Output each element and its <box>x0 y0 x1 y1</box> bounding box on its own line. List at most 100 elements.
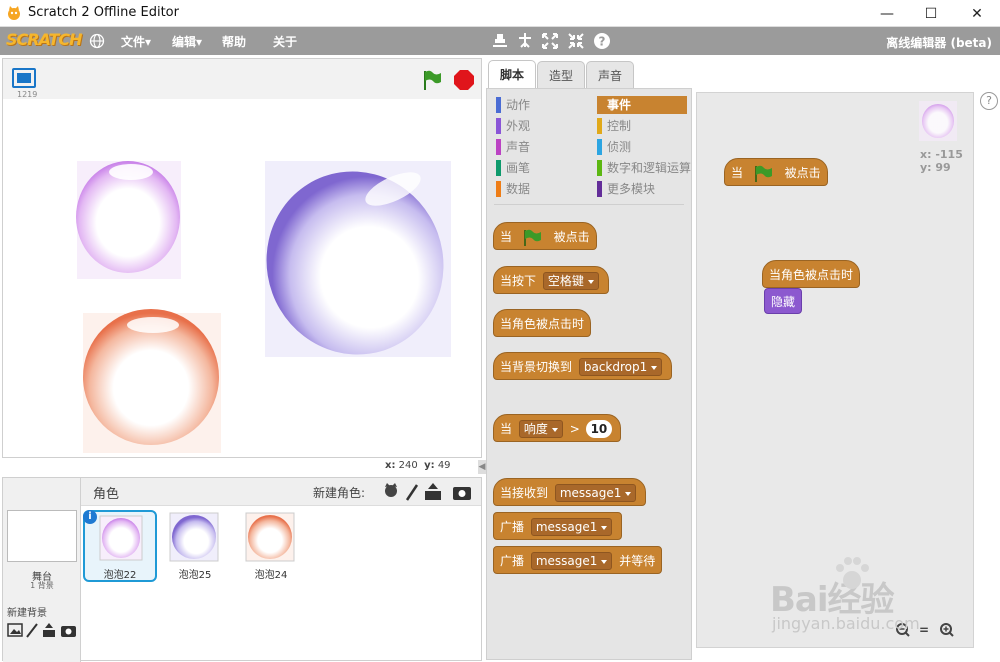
bubble-sprite-purple[interactable] <box>76 161 181 279</box>
sensor-dropdown[interactable]: 响度 <box>518 420 563 438</box>
camera-backdrop-icon[interactable] <box>61 626 76 637</box>
events-color-bar <box>597 97 602 113</box>
category-more-blocks[interactable]: 更多模块 <box>597 180 655 198</box>
sprite-thumb <box>169 512 219 562</box>
sprite-tile[interactable]: 泡泡24 <box>239 510 313 582</box>
threshold-input[interactable]: 10 <box>585 420 613 438</box>
block-text: 广播 <box>500 520 525 534</box>
message-dropdown[interactable]: message1 <box>530 552 613 570</box>
current-sprite-thumb <box>919 101 957 141</box>
delete-scissors-icon[interactable] <box>515 31 535 51</box>
paint-sprite-icon[interactable] <box>405 484 419 501</box>
new-sprite-tools <box>385 483 471 501</box>
upload-backdrop-icon[interactable] <box>43 623 55 637</box>
category-sound[interactable]: 声音 <box>496 138 530 156</box>
help-icon[interactable]: ? <box>980 92 998 110</box>
category-control[interactable]: 控制 <box>597 117 631 135</box>
block-when-i-receive[interactable]: 当接收到 message1 <box>493 478 647 506</box>
language-globe-icon[interactable] <box>89 33 105 49</box>
category-pen[interactable]: 画笔 <box>496 159 530 177</box>
baidu-paw-icon <box>836 557 869 589</box>
block-text: 被点击 <box>784 166 821 180</box>
help-menu[interactable]: 帮助 <box>222 33 246 50</box>
zoom-in-icon[interactable] <box>940 623 954 637</box>
block-when-sprite-clicked[interactable]: 当角色被点击时 <box>493 309 592 337</box>
key-dropdown[interactable]: 空格键 <box>542 272 599 290</box>
category-label: 声音 <box>506 140 531 154</box>
fullscreen-icon[interactable] <box>12 68 36 88</box>
category-data[interactable]: 数据 <box>496 180 530 198</box>
camera-sprite-icon[interactable] <box>453 487 471 500</box>
category-looks[interactable]: 外观 <box>496 117 530 135</box>
block-broadcast-and-wait[interactable]: 广播 message1 并等待 <box>493 546 663 574</box>
green-flag-icon[interactable] <box>421 69 443 91</box>
category-events[interactable]: 事件 <box>597 96 687 114</box>
zoom-reset-icon[interactable]: = <box>919 623 929 637</box>
block-broadcast[interactable]: 广播 message1 <box>493 512 623 540</box>
scratch-cat-icon <box>8 6 20 20</box>
collapse-arrow-icon[interactable]: ◀ <box>478 460 486 474</box>
y-value: 49 <box>437 460 451 471</box>
sprite-tile[interactable]: 泡泡25 <box>163 510 237 582</box>
stage-thumbnail[interactable] <box>7 510 77 562</box>
tab-scripts[interactable]: 脚本 <box>488 60 536 89</box>
category-sensing[interactable]: 侦测 <box>597 138 631 156</box>
tab-sounds[interactable]: 声音 <box>586 61 634 89</box>
tab-costumes[interactable]: 造型 <box>537 61 585 89</box>
edit-menu[interactable]: 编辑▾ <box>172 33 202 50</box>
version-label: 1219 <box>17 90 38 99</box>
sprite-x: x: -115 <box>920 148 963 161</box>
category-label: 侦测 <box>607 140 632 154</box>
bubble-sprite-orange[interactable] <box>83 309 221 453</box>
script-when-sprite-clicked[interactable]: 当角色被点击时 <box>762 260 861 288</box>
block-text: 当角色被点击时 <box>500 317 585 331</box>
stage-canvas[interactable] <box>3 99 481 457</box>
sprite-library-icon[interactable] <box>385 483 397 497</box>
grow-icon[interactable] <box>540 31 560 51</box>
stage-sprites <box>76 146 469 453</box>
about-menu[interactable]: 关于 <box>273 33 297 50</box>
upload-sprite-icon[interactable] <box>425 483 441 500</box>
watermark-url: jingyan.baidu.com <box>772 614 920 633</box>
looks-color-bar <box>496 118 501 134</box>
block-when-backdrop-switches[interactable]: 当背景切换到 backdrop1 <box>493 352 673 380</box>
stop-sign-icon[interactable] <box>453 69 475 91</box>
minimize-button[interactable]: — <box>864 0 910 27</box>
category-motion[interactable]: 动作 <box>496 96 530 114</box>
block-text: 当背景切换到 <box>500 360 573 374</box>
script-hide-block[interactable]: 隐藏 <box>764 288 803 314</box>
paint-backdrop-icon[interactable] <box>7 623 23 637</box>
block-text: 当接收到 <box>500 486 549 500</box>
more-blocks-color-bar <box>597 181 602 197</box>
script-when-flag-clicked[interactable]: 当 被点击 <box>724 158 828 186</box>
shrink-icon[interactable] <box>566 31 586 51</box>
close-button[interactable]: ✕ <box>954 0 1000 27</box>
message-dropdown[interactable]: message1 <box>554 484 637 502</box>
maximize-button[interactable]: ☐ <box>908 0 954 27</box>
block-text: 隐藏 <box>771 295 796 309</box>
sprite-thumb <box>245 512 295 562</box>
sprite-name: 泡泡25 <box>178 570 212 581</box>
category-operators[interactable]: 数字和逻辑运算 <box>597 159 691 177</box>
block-when-loudness-greater[interactable]: 当 响度 > 10 <box>493 414 622 442</box>
help-question-icon[interactable]: ? <box>592 31 612 51</box>
backdrop-dropdown[interactable]: backdrop1 <box>578 358 663 376</box>
block-when-key-pressed[interactable]: 当按下 空格键 <box>493 266 609 294</box>
scratch-logo[interactable]: SCRATCH <box>6 30 82 49</box>
sprite-tile-selected[interactable]: i 泡泡22 <box>83 510 157 582</box>
message-dropdown[interactable]: message1 <box>530 518 613 536</box>
svg-text:=: = <box>919 623 929 637</box>
file-menu[interactable]: 文件▾ <box>121 33 151 50</box>
sound-color-bar <box>496 139 501 155</box>
info-icon[interactable]: i <box>83 510 97 524</box>
new-backdrop-label: 新建背景 <box>7 608 47 619</box>
draw-backdrop-icon[interactable] <box>26 623 38 638</box>
block-when-flag-clicked[interactable]: 当 被点击 <box>493 222 597 250</box>
block-text: 当 <box>500 230 513 244</box>
category-label: 动作 <box>506 98 531 112</box>
duplicate-stamp-icon[interactable] <box>490 31 510 51</box>
bubble-sprite-blue[interactable] <box>241 146 469 379</box>
sprite-thumb <box>99 515 143 561</box>
sprites-title: 角色 <box>93 487 120 502</box>
mouse-coordinates: x: 240 y: 49 <box>385 460 451 471</box>
